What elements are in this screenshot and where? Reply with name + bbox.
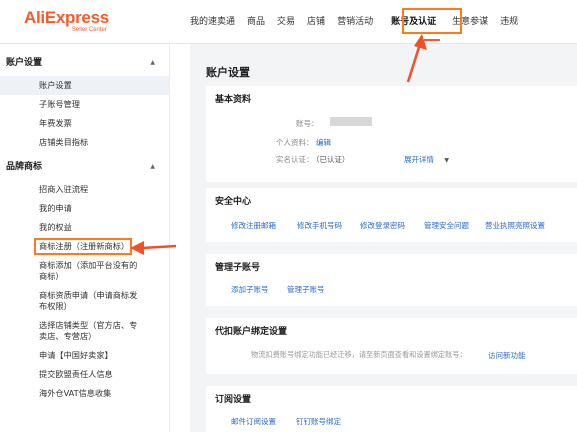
sidebar-item-subaccount[interactable]: 子账号管理 [0,95,169,114]
logo-text: AliExpress [24,8,109,27]
annotation-highlight-sidebar [34,238,132,255]
subaccount-card: 管理子账号 添加子账号 管理子账号 [206,254,577,306]
sidebar-item-my-rights[interactable]: 我的权益 [0,218,169,237]
withholding-account-card: 代扣账户绑定设置 物流扣费账号绑定功能已经迁移，请至新页面查看和设置绑定账号： … [206,318,577,374]
visit-new-feature-link[interactable]: 访问新功能 [488,350,526,361]
logo-subtext: Seller Center [71,27,107,33]
card-title: 基本资料 [215,95,252,105]
change-email-link[interactable]: 修改注册邮箱 [231,220,276,231]
profile-label: 个人资料： [276,138,314,147]
sidebar-item-eu-representative[interactable]: 提交欧盟责任人信息 [0,365,169,384]
card-title: 管理子账号 [215,263,261,273]
card-title: 安全中心 [215,197,252,207]
subscription-card: 订阅设置 邮件订阅设置 钉钉账号绑定 [206,386,577,432]
basic-info-card: 基本资料 账号： 个人资料： 编辑 实名认证： （已认证） 展开详情 ▼ [206,86,577,182]
chevron-up-icon[interactable]: ▲ [150,154,155,180]
email-subscription-link[interactable]: 邮件订阅设置 [231,416,276,427]
aliexpress-logo[interactable]: AliExpress Seller Center [24,9,109,34]
dingtalk-bind-link[interactable]: 钉钉账号绑定 [296,416,341,427]
change-password-link[interactable]: 修改登录密码 [360,220,405,231]
sidebar-item-annual-invoice[interactable]: 年费发票 [0,114,169,133]
sidebar-item-category-metrics[interactable]: 店铺类目指标 [0,133,169,152]
change-phone-link[interactable]: 修改手机号码 [297,220,342,231]
masked-account-value [330,117,372,126]
sidebar-item-good-seller[interactable]: 申请【中国好卖家】 [0,346,169,365]
account-label: 账号： [296,119,319,128]
annotation-arrow-left-icon [130,241,177,255]
verify-status: （已认证） [312,155,350,164]
edit-profile-link[interactable]: 编辑 [316,137,331,148]
add-subaccount-link[interactable]: 添加子账号 [231,284,269,295]
nav-my-aliexpress[interactable]: 我的速卖通 [190,0,235,44]
license-display-link[interactable]: 营业执照亮照设置 [485,220,545,231]
card-title: 代扣账户绑定设置 [215,327,288,337]
migration-notice: 物流扣费账号绑定功能已经迁移，请至新页面查看和设置绑定账号： [251,350,467,359]
sidebar-item-trademark-qualification[interactable]: 商标资质申请（申请商标发布权限） [0,286,169,316]
annotation-arrow-up-icon [406,34,427,83]
sidebar-section-brand[interactable]: 品牌商标 ▲ [0,154,169,180]
nav-store[interactable]: 店铺 [307,0,325,44]
caret-down-icon: ▼ [444,157,450,164]
sidebar-item-onboarding[interactable]: 招商入驻流程 [0,180,169,199]
section-label: 品牌商标 [6,162,43,172]
sidebar-item-account-settings[interactable]: 账户设置 [0,76,169,95]
card-title: 订阅设置 [215,395,252,405]
page-title: 账户设置 [206,66,250,79]
main-content: 账户设置 基本资料 账号： 个人资料： 编辑 实名认证： （已认证） 展开详情 … [190,44,577,432]
top-header: AliExpress Seller Center 我的速卖通 商品 交易 店铺 … [0,0,577,44]
section-label: 账户设置 [6,58,43,68]
chevron-up-icon[interactable]: ▲ [150,50,155,76]
nav-marketing[interactable]: 营销活动 [337,0,373,44]
sidebar-item-overseas-vat[interactable]: 海外仓VAT信息收集 [0,384,169,403]
expand-details-link[interactable]: 展开详情 ▼ [404,154,449,165]
manage-subaccount-link[interactable]: 管理子账号 [287,284,325,295]
security-question-link[interactable]: 管理安全问题 [424,220,469,231]
sidebar-item-trademark-add[interactable]: 商标添加（添加平台没有的商标） [0,256,169,286]
top-nav: 我的速卖通 商品 交易 店铺 营销活动 账号及认证 生意参谋 违规 [190,0,530,44]
nav-orders[interactable]: 交易 [277,0,295,44]
expand-label: 展开详情 [404,155,434,164]
nav-products[interactable]: 商品 [247,0,265,44]
nav-violations[interactable]: 违规 [500,0,518,44]
sidebar-item-store-type[interactable]: 选择店铺类型（官方店、专卖店、专营店） [0,316,169,346]
security-card: 安全中心 修改注册邮箱 修改手机号码 修改登录密码 管理安全问题 营业执照亮照设… [206,188,577,242]
annotation-highlight-nav [402,8,462,34]
sidebar-item-my-applications[interactable]: 我的申请 [0,199,169,218]
sidebar-section-account[interactable]: 账户设置 ▲ [0,50,169,76]
verify-label: 实名认证： [276,155,314,164]
